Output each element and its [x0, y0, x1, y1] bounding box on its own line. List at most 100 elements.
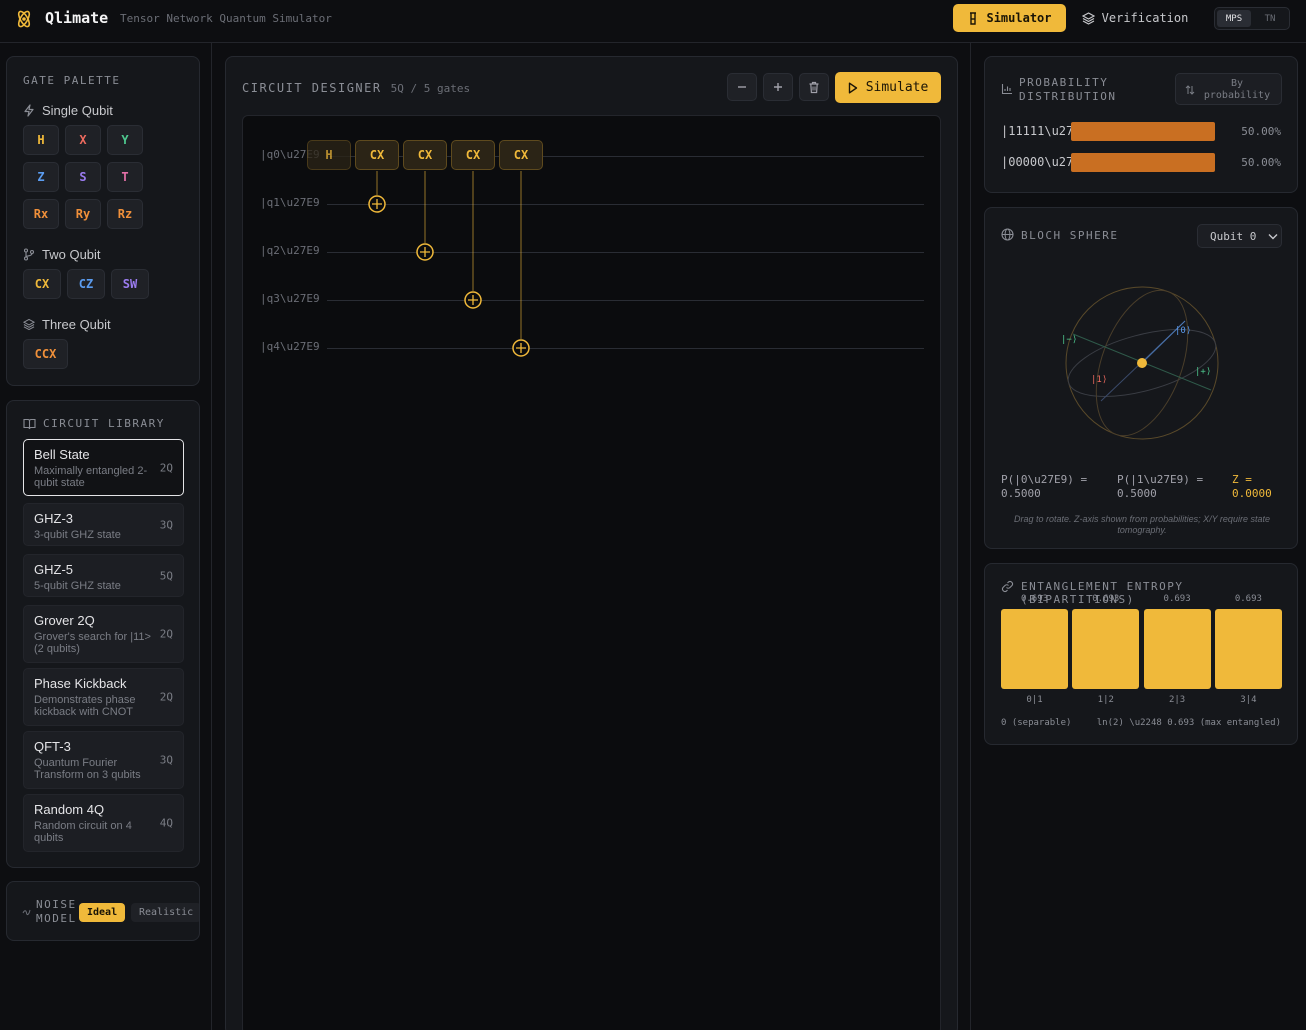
- library-item-name: Bell State: [34, 447, 90, 462]
- bloch-note: Drag to rotate. Z-axis shown from probab…: [1014, 514, 1270, 535]
- noise-title-line2: MODEL: [36, 912, 77, 925]
- sort-line2: probability: [1203, 90, 1271, 101]
- circuit-gate-cx[interactable]: CX: [403, 140, 447, 170]
- gate-palette-panel: GATE PALETTE Single Qubit H X Y Z S T Rx Ry Rz T…: [6, 56, 200, 386]
- circuit-gate-cx[interactable]: CX: [451, 140, 495, 170]
- z-value: 0.0000: [1232, 487, 1272, 500]
- circuit-designer-title: CIRCUIT DESIGNER: [242, 81, 382, 95]
- entropy-bar-label: 1|2: [1097, 695, 1114, 705]
- circuit-gate-cx[interactable]: CX: [499, 140, 543, 170]
- bloch-sphere-panel: BLOCH SPHERE Qubit 0 |0⟩ |1⟩ |+⟩ |−⟩ P(|…: [984, 207, 1298, 549]
- entropy-bar-label: 0|1: [1026, 695, 1043, 705]
- globe-icon: [1001, 228, 1014, 241]
- book-icon: [23, 418, 36, 429]
- p1-value: 0.5000: [1117, 487, 1157, 500]
- entropy-bar: [1214, 609, 1282, 689]
- ket-one-label: |1⟩: [1091, 375, 1107, 385]
- library-item-qubits: 4Q: [159, 816, 173, 830]
- library-item[interactable]: Bell State Maximally entangled 2-qubit st…: [23, 439, 184, 496]
- circuit-designer-header: CIRCUIT DESIGNER 5Q / 5 gates: [242, 81, 470, 95]
- three-qubit-group-label: Three Qubit: [23, 317, 111, 332]
- library-item-desc: Random circuit on 4 qubits: [34, 820, 132, 844]
- sort-button[interactable]: By probability: [1175, 73, 1282, 105]
- gate-h-button[interactable]: H: [23, 125, 59, 155]
- gate-palette-title: GATE PALETTE: [23, 74, 121, 87]
- plus-icon: [774, 83, 782, 91]
- p1-label: P(|1\u27E9) =: [1117, 473, 1204, 486]
- entropy-bar-value: 0.693: [1020, 594, 1049, 604]
- gate-ry-button[interactable]: Ry: [65, 199, 101, 229]
- simulate-button[interactable]: Simulate: [835, 72, 941, 103]
- remove-qubit-button[interactable]: [727, 73, 757, 101]
- gate-ccx-button[interactable]: CCX: [23, 339, 68, 369]
- gate-y-button[interactable]: Y: [107, 125, 143, 155]
- circuit-gate-h[interactable]: H: [307, 140, 351, 170]
- entropy-bar: [1072, 609, 1140, 689]
- probability-panel: PROBABILITY DISTRIBUTION By probability …: [984, 56, 1298, 193]
- layers-icon: [23, 318, 35, 331]
- qubit-select[interactable]: Qubit 0: [1197, 224, 1282, 248]
- library-item-qubits: 2Q: [159, 461, 173, 474]
- gate-z-button[interactable]: Z: [23, 162, 59, 192]
- library-item-qubits: 5Q: [159, 569, 173, 582]
- gate-sw-button[interactable]: SW: [111, 269, 149, 299]
- prob-value: 50.00%: [1241, 125, 1281, 138]
- library-item[interactable]: GHZ-3 3-qubit GHZ state 3Q: [23, 503, 184, 546]
- library-item[interactable]: GHZ-5 5-qubit GHZ state 5Q: [23, 554, 184, 597]
- p0-readout: P(|0\u27E9) = 0.5000: [1001, 473, 1087, 501]
- bolt-icon: [24, 104, 34, 117]
- p0-label: P(|0\u27E9) =: [1001, 473, 1088, 486]
- flask-icon: [970, 11, 977, 25]
- bloch-sphere-visual[interactable]: |0⟩ |1⟩ |+⟩ |−⟩: [1055, 276, 1229, 450]
- entropy-bar-value: 0.693: [1163, 594, 1191, 604]
- play-icon: [848, 82, 857, 93]
- nav-simulator-button[interactable]: Simulator: [953, 4, 1066, 32]
- backend-tn-option[interactable]: TN: [1253, 10, 1287, 27]
- gate-rz-button[interactable]: Rz: [107, 199, 143, 229]
- library-item[interactable]: Random 4Q Random circuit on 4 qubits 4Q: [23, 794, 184, 852]
- library-item-qubits: 3Q: [159, 753, 173, 767]
- entropy-bar-label: 2|3: [1168, 695, 1186, 705]
- gate-t-button[interactable]: T: [107, 162, 143, 192]
- noise-ideal-option[interactable]: Ideal: [79, 903, 126, 922]
- cnot-target-icon[interactable]: [368, 195, 386, 213]
- two-qubit-label: Two Qubit: [42, 247, 101, 262]
- gate-s-button[interactable]: S: [65, 162, 101, 192]
- ket-plus-label: |+⟩: [1195, 367, 1211, 377]
- gate-cz-button[interactable]: CZ: [67, 269, 105, 299]
- two-qubit-group-label: Two Qubit: [23, 247, 101, 262]
- backend-mps-option[interactable]: MPS: [1217, 10, 1251, 27]
- library-item-name: GHZ-5: [34, 562, 73, 577]
- app-header: Qlimate Tensor Network Quantum Simulator…: [0, 0, 1306, 43]
- library-item-desc: 5-qubit GHZ state: [34, 580, 121, 592]
- library-item[interactable]: Grover 2Q Grover's search for |11> (2 qub…: [23, 605, 184, 663]
- chevron-down-icon: [1268, 233, 1278, 239]
- simulate-label: Simulate: [865, 80, 929, 95]
- circuit-canvas[interactable]: |q0\u27E9 |q1\u27E9 |q2\u27E9 |q3\u27E9 |q4\…: [242, 115, 941, 1030]
- cnot-target-icon[interactable]: [416, 243, 434, 261]
- library-item[interactable]: Phase Kickback Demonstrates phase kickbac…: [23, 668, 184, 726]
- three-qubit-label: Three Qubit: [42, 317, 111, 332]
- entropy-legend-right: ln(2) \u2248 0.693 (max entangled): [1096, 718, 1281, 728]
- circuit-gate-cx[interactable]: CX: [355, 140, 399, 170]
- p1-readout: P(|1\u27E9) = 0.5000: [1117, 473, 1203, 501]
- circuit-library-panel: CIRCUIT LIBRARY Bell State Maximally enta…: [6, 400, 200, 868]
- prob-state-label: |11111\u27E9: [1001, 124, 1071, 138]
- nav-verification-button[interactable]: Verification: [1074, 4, 1196, 32]
- bar-chart-icon: [1001, 84, 1012, 95]
- add-qubit-button[interactable]: [763, 73, 793, 101]
- app-subtitle: Tensor Network Quantum Simulator: [120, 12, 332, 25]
- cnot-target-icon[interactable]: [512, 339, 530, 357]
- cnot-target-icon[interactable]: [464, 291, 482, 309]
- sort-label: By probability: [1200, 78, 1274, 102]
- clear-circuit-button[interactable]: [799, 73, 829, 101]
- library-item[interactable]: QFT-3 Quantum Fourier Transform on 3 qubi…: [23, 731, 184, 789]
- gate-x-button[interactable]: X: [65, 125, 101, 155]
- noise-realistic-option[interactable]: Realistic: [131, 903, 199, 922]
- gate-rx-button[interactable]: Rx: [23, 199, 59, 229]
- circuit-designer-panel: CIRCUIT DESIGNER 5Q / 5 gates Simulate |…: [225, 56, 958, 1030]
- app-title: Qlimate: [45, 9, 109, 27]
- library-item-name: Phase Kickback: [34, 676, 127, 691]
- gate-cx-button[interactable]: CX: [23, 269, 61, 299]
- circuit-library-header: CIRCUIT LIBRARY: [23, 417, 165, 430]
